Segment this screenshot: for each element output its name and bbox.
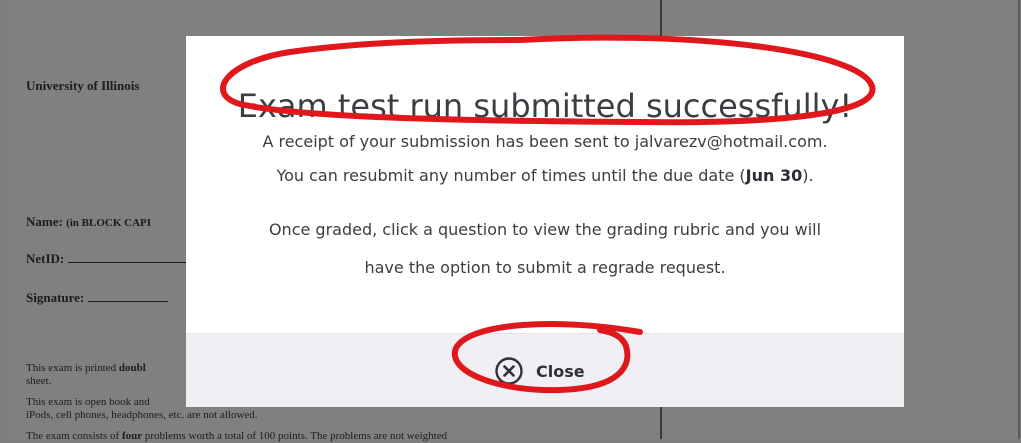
para3-bold: four [121, 430, 143, 442]
due-date: Jun 30 [745, 166, 803, 185]
netid-label: NetID: [26, 251, 65, 266]
graded-text-line-1: Once graded, click a question to view th… [268, 220, 822, 239]
instruction-para-1: This exam is printed doubl sheet. [26, 362, 146, 388]
close-button[interactable]: Close [494, 356, 585, 386]
name-hint: (in BLOCK CAPI [66, 217, 152, 229]
modal-title: Exam test run submitted successfully! [237, 87, 853, 125]
close-label: Close [536, 361, 585, 381]
signature-label: Signature: [26, 290, 85, 305]
graded-text-line-2: have the option to submit a regrade requ… [364, 258, 726, 277]
para2-line2: iPods, cell phones, headphones, etc. are… [26, 409, 258, 421]
name-label: Name: [26, 214, 63, 229]
receipt-text: A receipt of your submission has been se… [262, 132, 828, 151]
resubmit-suffix: ). [802, 166, 814, 185]
instruction-para-3: The exam consists of four problems worth… [26, 430, 447, 443]
para1-end: sheet. [26, 375, 52, 387]
signature-field: Signature: [26, 289, 169, 306]
page-edge [1018, 0, 1020, 439]
para2-line1: This exam is open book and [26, 396, 150, 408]
resubmit-text: You can resubmit any number of times unt… [186, 166, 904, 185]
netid-line [68, 250, 189, 263]
para1-start: This exam is printed [26, 362, 117, 374]
netid-field: NetID: [26, 250, 189, 267]
submission-success-modal: Exam test run submitted successfully! A … [186, 36, 904, 407]
para1-bold: doubl [118, 362, 146, 374]
signature-line [88, 289, 169, 302]
modal-footer: Close [186, 333, 904, 407]
resubmit-prefix: You can resubmit any number of times unt… [276, 166, 746, 185]
name-field-label: Name: (in BLOCK CAPI [26, 214, 151, 230]
para3-end: problems worth a total of 100 points. Th… [144, 430, 448, 442]
university-name: University of Illinois [26, 78, 140, 93]
close-circle-icon [495, 357, 523, 385]
para3-start: The exam consists of [26, 430, 120, 442]
